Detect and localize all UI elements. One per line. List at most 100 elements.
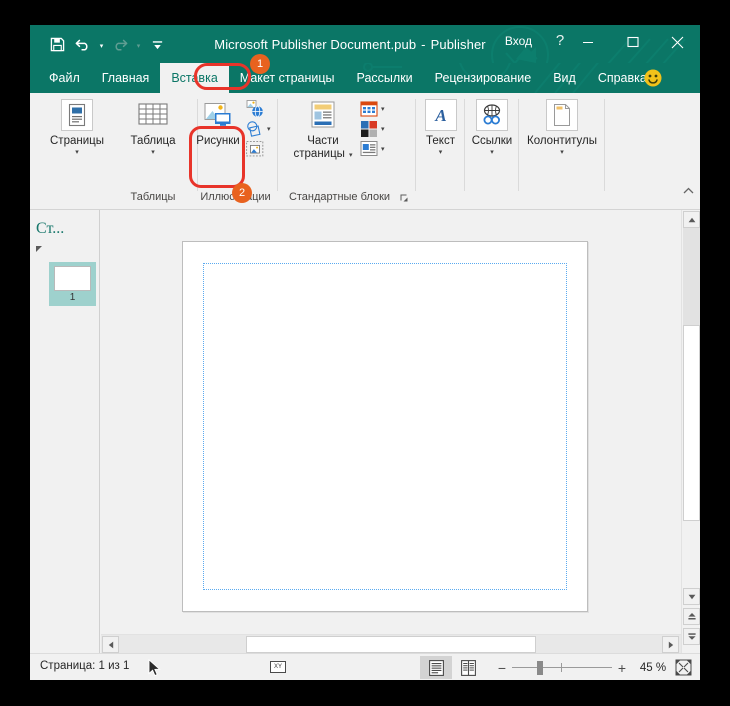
window-title-app: Publisher	[430, 36, 486, 52]
pages-button[interactable]: Страницы ▾	[38, 99, 116, 156]
previous-page-button[interactable]	[683, 608, 700, 625]
links-button-caret[interactable]: ▾	[490, 149, 494, 156]
title-bar: ▾ ▾ Microsoft Publisher Document.pub - P…	[30, 25, 700, 63]
zoom-slider-midpoint	[561, 663, 562, 672]
header-footer-button[interactable]: Колонтитулы ▾	[519, 99, 605, 156]
page-navigation-title: Ст...	[36, 220, 65, 237]
picture-placeholder-icon[interactable]	[246, 140, 264, 158]
horizontal-scrollbar[interactable]	[101, 634, 681, 653]
header-footer-button-label: Колонтитулы	[527, 135, 597, 147]
vertical-scrollbar-track-lower[interactable]	[683, 521, 700, 586]
maximize-icon[interactable]	[610, 25, 655, 59]
header-footer-icon	[546, 99, 578, 131]
close-icon[interactable]	[655, 25, 700, 59]
dialog-launcher-icon[interactable]	[400, 194, 408, 202]
pages-button-caret[interactable]: ▾	[75, 149, 79, 156]
table-button[interactable]: Таблица ▾	[116, 99, 190, 156]
feedback-smiley-icon[interactable]	[644, 69, 662, 87]
scroll-left-button[interactable]	[102, 636, 119, 653]
header-footer-button-caret[interactable]: ▾	[560, 149, 564, 156]
online-pictures-icon[interactable]	[246, 100, 264, 118]
text-button[interactable]: A Текст ▾	[416, 99, 465, 156]
text-button-label: Текст	[426, 135, 455, 147]
collapse-ribbon-icon[interactable]	[683, 187, 694, 195]
redo-dropdown-caret[interactable]: ▾	[133, 29, 144, 59]
two-page-spread-view-icon[interactable]	[452, 656, 484, 679]
page-thumbnail-number: 1	[69, 292, 76, 303]
keyboard-language-indicator[interactable]: XY	[270, 661, 286, 673]
margin-guide	[203, 263, 567, 590]
links-icon	[476, 99, 508, 131]
undo-icon[interactable]	[70, 29, 96, 59]
tab-file[interactable]: Файл	[38, 63, 91, 93]
advertisements-icon[interactable]	[360, 140, 378, 158]
links-button-label: Ссылки	[471, 135, 513, 147]
annotation-badge-2: 2	[232, 183, 252, 203]
ribbon-tabs: Файл Главная Вставка Макет страницы Расс…	[38, 63, 658, 93]
zoom-in-button[interactable]: +	[612, 660, 632, 676]
page-thumbnail-1[interactable]: 1	[49, 262, 96, 306]
minimize-icon[interactable]	[565, 25, 610, 59]
tab-mailings[interactable]: Рассылки	[346, 63, 424, 93]
window-title-separator: -	[421, 36, 426, 52]
quick-access-toolbar[interactable]: ▾ ▾	[44, 25, 170, 63]
tab-insert[interactable]: Вставка	[160, 63, 229, 93]
annotation-badge-1: 1	[250, 54, 270, 74]
page-parts-icon	[307, 99, 339, 131]
scroll-right-button[interactable]	[662, 636, 679, 653]
vertical-scrollbar-thumb[interactable]	[683, 325, 700, 521]
vertical-scrollbar[interactable]	[681, 210, 700, 653]
page-parts-button[interactable]: Части страницы ▾	[288, 99, 358, 161]
publisher-window: ▾ ▾ Microsoft Publisher Document.pub - P…	[30, 25, 700, 680]
document-canvas[interactable]	[101, 210, 681, 633]
sign-in-button[interactable]: Вход	[505, 34, 532, 48]
pages-button-label: Страницы	[50, 135, 104, 147]
zoom-slider-track	[512, 667, 612, 668]
tab-page-layout[interactable]: Макет страницы	[229, 63, 346, 93]
single-page-view-icon[interactable]	[420, 656, 452, 679]
horizontal-scrollbar-thumb[interactable]	[246, 636, 536, 653]
status-bar: Страница: 1 из 1 XY − + 45 %	[30, 653, 700, 680]
undo-dropdown-caret[interactable]: ▾	[96, 29, 107, 59]
table-button-caret[interactable]: ▾	[151, 149, 155, 156]
links-button[interactable]: Ссылки ▾	[465, 99, 519, 156]
page-parts-caret[interactable]: ▾	[349, 152, 353, 159]
shapes-dropdown-caret[interactable]: ▾	[267, 126, 271, 133]
calendars-dropdown-caret[interactable]: ▾	[381, 106, 385, 113]
advertisements-dropdown-caret[interactable]: ▾	[381, 146, 385, 153]
redo-icon[interactable]	[107, 29, 133, 59]
fit-to-window-icon[interactable]	[675, 659, 692, 676]
zoom-slider-handle[interactable]	[537, 661, 543, 675]
tab-review[interactable]: Рецензирование	[424, 63, 543, 93]
page-navigation-pane: Ст... 1	[30, 210, 100, 653]
vertical-scrollbar-track-upper[interactable]	[683, 228, 700, 325]
zoom-out-button[interactable]: −	[492, 660, 512, 676]
zoom-percentage[interactable]: 45 %	[632, 662, 674, 674]
calendars-icon[interactable]	[360, 100, 378, 118]
tab-view[interactable]: Вид	[542, 63, 587, 93]
collapse-pane-icon[interactable]	[36, 246, 42, 252]
save-icon[interactable]	[44, 29, 70, 59]
page-parts-label-line2: страницы	[293, 148, 345, 160]
ribbon-group-separator	[604, 99, 605, 191]
shapes-icon[interactable]	[246, 120, 264, 138]
page-sheet[interactable]	[182, 241, 588, 612]
pictures-button-label: Рисунки	[196, 135, 240, 147]
next-page-button[interactable]	[683, 628, 700, 645]
zoom-slider[interactable]	[512, 654, 612, 680]
scroll-up-button[interactable]	[683, 211, 700, 228]
pictures-button[interactable]: Рисунки	[188, 99, 248, 148]
window-title-document: Microsoft Publisher Document.pub	[214, 36, 417, 52]
scroll-down-button[interactable]	[683, 588, 700, 605]
borders-accents-icon[interactable]	[360, 120, 378, 138]
borders-accents-dropdown-caret[interactable]: ▾	[381, 126, 385, 133]
window-controls	[565, 25, 700, 63]
ribbon-group-tables: Страницы ▾ Таблица ▾ Таблицы	[38, 95, 198, 205]
text-button-caret[interactable]: ▾	[439, 149, 443, 156]
tab-home[interactable]: Главная	[91, 63, 161, 93]
zoom-controls: − + 45 %	[492, 654, 674, 680]
mouse-pointer-icon	[148, 659, 161, 677]
text-icon: A	[424, 99, 457, 131]
view-buttons	[420, 656, 484, 679]
customize-quick-access-icon[interactable]	[144, 29, 170, 59]
